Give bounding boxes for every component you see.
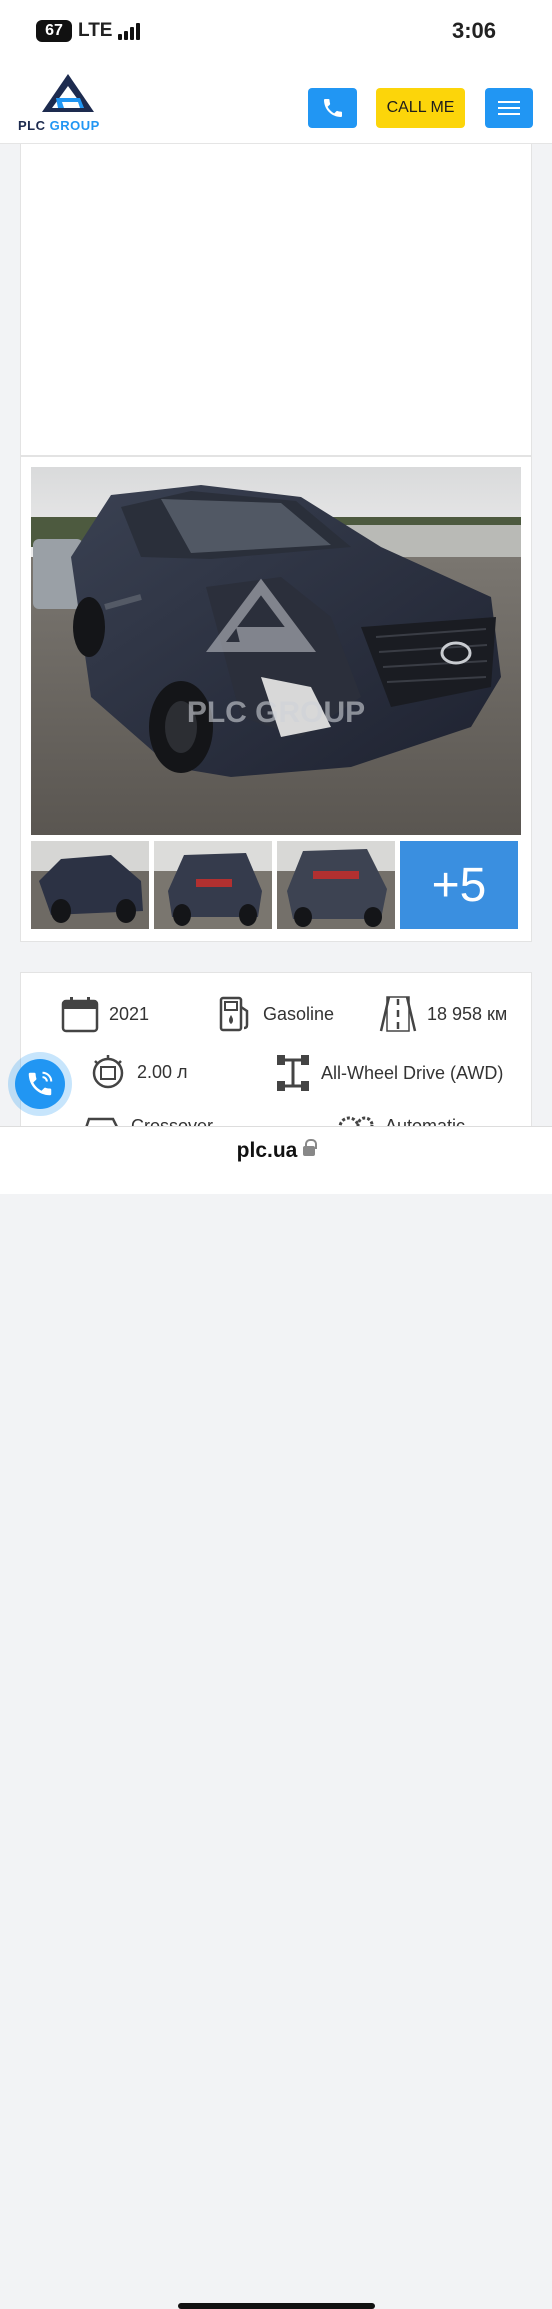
spec-engine: 2.00 л — [89, 1053, 188, 1091]
car-photo-image: PLC GROUP — [31, 467, 521, 835]
thumbnail-3[interactable] — [277, 841, 395, 929]
phone-button[interactable] — [308, 88, 357, 128]
calendar-icon — [61, 997, 99, 1033]
content-card-top — [20, 144, 532, 456]
status-left: 67 LTE — [36, 20, 141, 42]
menu-button[interactable] — [485, 88, 533, 128]
phone-icon — [323, 99, 342, 117]
browser-address-bar[interactable]: plc.ua — [0, 1126, 552, 2309]
photo-watermark: PLC GROUP — [187, 696, 365, 729]
spec-fuel-value: Gasoline — [263, 1003, 335, 1024]
battery-indicator: 67 — [36, 20, 72, 42]
spec-drive-value: All-Wheel Drive (AWD) — [321, 1062, 504, 1083]
spec-mileage-value: 18 958 км — [427, 1003, 508, 1024]
url-text: plc.ua — [236, 1139, 298, 1162]
floating-call-button[interactable] — [8, 1052, 72, 1116]
drivetrain-icon — [277, 1055, 309, 1091]
logo-text-plc: PLC — [18, 118, 46, 133]
spec-year: 2021 — [61, 995, 149, 1033]
road-icon — [379, 996, 417, 1032]
home-indicator[interactable] — [178, 2303, 375, 2309]
logo-text-group: GROUP — [49, 118, 100, 133]
thumbnail-2[interactable] — [154, 841, 272, 929]
call-me-button[interactable]: CALL ME — [376, 88, 465, 128]
status-bar: 67 LTE 3:06 — [0, 0, 552, 62]
logo-text: PLC GROUP — [18, 118, 100, 133]
more-photos-button[interactable]: +5 — [400, 841, 518, 929]
main-car-photo[interactable]: PLC GROUP — [31, 467, 521, 835]
engine-icon — [92, 1055, 124, 1089]
url-display[interactable]: plc.ua — [0, 1139, 552, 1163]
photo-gallery: PLC GROUP +5 — [20, 456, 532, 942]
spec-mileage: 18 958 км — [379, 995, 507, 1033]
thumbnail-strip: +5 — [31, 841, 521, 929]
network-label: LTE — [78, 20, 113, 41]
fuel-pump-icon — [219, 996, 249, 1032]
spec-drive: All-Wheel Drive (AWD) — [275, 1053, 503, 1093]
signal-icon — [118, 22, 141, 40]
status-time: 3:06 — [451, 18, 496, 43]
site-header: PLC GROUP CALL ME — [0, 62, 552, 144]
spec-engine-value: 2.00 л — [137, 1061, 188, 1082]
phone-ringing-icon — [28, 1071, 53, 1096]
thumbnail-1[interactable] — [31, 841, 149, 929]
spec-fuel: Gasoline — [217, 995, 334, 1033]
specs-card: 2021 Gasoline 18 958 км 2.00 л All-Wheel… — [20, 972, 532, 1132]
hamburger-icon — [498, 101, 520, 103]
lock-icon — [303, 1139, 318, 1156]
spec-year-value: 2021 — [109, 1003, 150, 1024]
